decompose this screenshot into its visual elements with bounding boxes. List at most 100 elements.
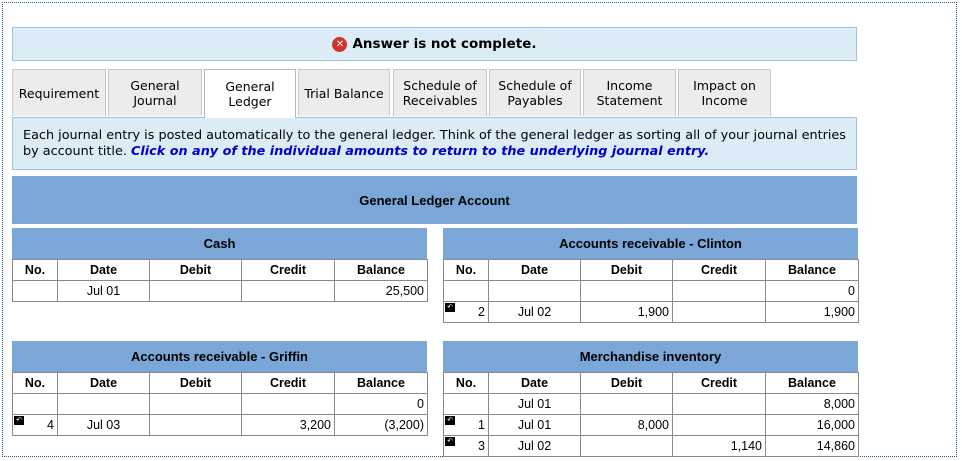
table-row: ↶ 2 Jul 02 1,900 1,900 bbox=[443, 301, 859, 323]
tab-requirement[interactable]: Requirement bbox=[12, 69, 106, 116]
cell-credit bbox=[672, 393, 766, 415]
tab-schedule-of-receivables[interactable]: Schedule of Receivables bbox=[393, 69, 487, 116]
cell-debit bbox=[580, 435, 673, 457]
cell-no: ↶ 4 bbox=[12, 414, 58, 436]
cell-no: ↶ 1 bbox=[443, 414, 489, 436]
col-balance: Balance bbox=[334, 372, 428, 394]
cell-debit bbox=[580, 280, 673, 302]
instructions-hint: Click on any of the individual amounts t… bbox=[130, 144, 710, 159]
cell-credit bbox=[241, 393, 335, 415]
col-credit: Credit bbox=[672, 259, 766, 281]
cell-no bbox=[12, 393, 58, 415]
cell-credit bbox=[672, 414, 766, 436]
table-row: 0 bbox=[443, 280, 859, 302]
cell-balance: 25,500 bbox=[334, 280, 428, 302]
cell-date bbox=[57, 393, 150, 415]
cell-date: Jul 03 bbox=[57, 414, 150, 436]
cell-debit[interactable]: 1,900 bbox=[580, 301, 673, 323]
col-no: No. bbox=[12, 259, 58, 281]
answer-status-banner: ✕ Answer is not complete. bbox=[12, 27, 857, 61]
cell-credit[interactable]: 3,200 bbox=[241, 414, 335, 436]
account-ar-griffin: Accounts receivable - Griffin No. Date D… bbox=[12, 341, 428, 436]
cell-credit bbox=[241, 280, 335, 302]
header-row: No. Date Debit Credit Balance bbox=[12, 259, 428, 281]
ledger-table: No. Date Debit Credit Balance 0 ↶ 4 Jul 0… bbox=[12, 372, 428, 436]
col-no: No. bbox=[443, 259, 489, 281]
return-to-entry-icon[interactable]: ↶ bbox=[445, 416, 455, 425]
return-to-entry-icon[interactable]: ↶ bbox=[445, 437, 455, 446]
cell-balance: 1,900 bbox=[765, 301, 859, 323]
tab-income-statement[interactable]: Income Statement bbox=[583, 69, 676, 116]
cell-credit bbox=[672, 280, 766, 302]
ledger-table: No. Date Debit Credit Balance Jul 01 25,… bbox=[12, 259, 428, 302]
tab-trial-balance[interactable]: Trial Balance bbox=[298, 69, 390, 116]
col-balance: Balance bbox=[334, 259, 428, 281]
table-row: ↶ 1 Jul 01 8,000 16,000 bbox=[443, 414, 859, 436]
cell-no: ↶ 3 bbox=[443, 435, 489, 457]
col-date: Date bbox=[488, 372, 581, 394]
cell-balance: 8,000 bbox=[765, 393, 859, 415]
cell-no bbox=[443, 280, 489, 302]
cell-balance: 0 bbox=[334, 393, 428, 415]
col-debit: Debit bbox=[149, 259, 242, 281]
account-title: Merchandise inventory bbox=[443, 341, 858, 372]
return-to-entry-icon[interactable]: ↶ bbox=[14, 416, 24, 425]
account-title: Cash bbox=[12, 228, 427, 259]
col-balance: Balance bbox=[765, 372, 859, 394]
answer-status-text: Answer is not complete. bbox=[352, 36, 537, 52]
account-title: Accounts receivable - Griffin bbox=[12, 341, 427, 372]
col-date: Date bbox=[488, 259, 581, 281]
cell-balance: 16,000 bbox=[765, 414, 859, 436]
x-circle-icon: ✕ bbox=[332, 36, 348, 52]
cell-balance: 0 bbox=[765, 280, 859, 302]
header-row: No. Date Debit Credit Balance bbox=[12, 372, 428, 394]
col-date: Date bbox=[57, 372, 150, 394]
header-row: No. Date Debit Credit Balance bbox=[443, 372, 859, 394]
cell-debit bbox=[580, 393, 673, 415]
cell-debit[interactable]: 8,000 bbox=[580, 414, 673, 436]
ledger-table: No. Date Debit Credit Balance 0 ↶ 2 Jul 0… bbox=[443, 259, 859, 323]
account-ar-clinton: Accounts receivable - Clinton No. Date D… bbox=[443, 228, 859, 323]
col-debit: Debit bbox=[149, 372, 242, 394]
cell-no bbox=[12, 280, 58, 302]
tab-general-ledger[interactable]: General Ledger bbox=[204, 69, 296, 118]
tab-impact-on-income[interactable]: Impact on Income bbox=[678, 69, 771, 116]
cell-no: ↶ 2 bbox=[443, 301, 489, 323]
cell-date: Jul 02 bbox=[488, 435, 581, 457]
cell-date: Jul 01 bbox=[57, 280, 150, 302]
col-credit: Credit bbox=[241, 259, 335, 281]
cell-debit bbox=[149, 414, 242, 436]
cell-date bbox=[488, 280, 581, 302]
table-row: Jul 01 8,000 bbox=[443, 393, 859, 415]
tab-schedule-of-payables[interactable]: Schedule of Payables bbox=[489, 69, 581, 116]
col-date: Date bbox=[57, 259, 150, 281]
cell-balance: 14,860 bbox=[765, 435, 859, 457]
col-no: No. bbox=[443, 372, 489, 394]
cell-no bbox=[443, 393, 489, 415]
col-balance: Balance bbox=[765, 259, 859, 281]
col-credit: Credit bbox=[241, 372, 335, 394]
instructions-panel: Each journal entry is posted automatical… bbox=[12, 117, 857, 170]
col-debit: Debit bbox=[580, 372, 673, 394]
col-credit: Credit bbox=[672, 372, 766, 394]
cell-date: Jul 01 bbox=[488, 414, 581, 436]
table-row: Jul 01 25,500 bbox=[12, 280, 428, 302]
account-merchandise-inventory: Merchandise inventory No. Date Debit Cre… bbox=[443, 341, 859, 457]
tab-general-journal[interactable]: General Journal bbox=[108, 69, 202, 116]
general-ledger-title: General Ledger Account bbox=[12, 176, 857, 224]
account-cash: Cash No. Date Debit Credit Balance Jul 0… bbox=[12, 228, 428, 302]
account-title: Accounts receivable - Clinton bbox=[443, 228, 858, 259]
cell-debit bbox=[149, 280, 242, 302]
cell-date: Jul 02 bbox=[488, 301, 581, 323]
table-row: ↶ 3 Jul 02 1,140 14,860 bbox=[443, 435, 859, 457]
cell-credit bbox=[672, 301, 766, 323]
cell-date: Jul 01 bbox=[488, 393, 581, 415]
cell-balance: (3,200) bbox=[334, 414, 428, 436]
header-row: No. Date Debit Credit Balance bbox=[443, 259, 859, 281]
col-debit: Debit bbox=[580, 259, 673, 281]
table-row: 0 bbox=[12, 393, 428, 415]
ledger-table: No. Date Debit Credit Balance Jul 01 8,0… bbox=[443, 372, 859, 457]
return-to-entry-icon[interactable]: ↶ bbox=[445, 303, 455, 312]
cell-credit[interactable]: 1,140 bbox=[672, 435, 766, 457]
table-row: ↶ 4 Jul 03 3,200 (3,200) bbox=[12, 414, 428, 436]
